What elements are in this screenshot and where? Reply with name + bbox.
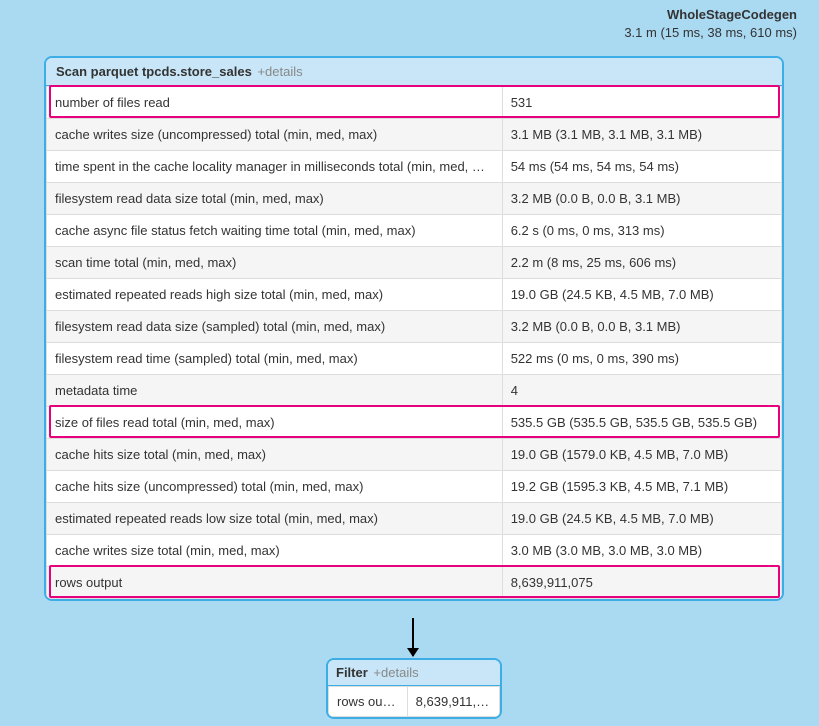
table-row: size of files read total (min, med, max)… — [47, 407, 782, 439]
table-row: filesystem read time (sampled) total (mi… — [47, 343, 782, 375]
metric-value: 19.0 GB (1579.0 KB, 4.5 MB, 7.0 MB) — [502, 439, 781, 471]
table-row: time spent in the cache locality manager… — [47, 151, 782, 183]
metric-key: metadata time — [47, 375, 503, 407]
metric-value: 6.2 s (0 ms, 0 ms, 313 ms) — [502, 215, 781, 247]
flow-arrow — [412, 618, 414, 656]
metric-key: cache writes size (uncompressed) total (… — [47, 119, 503, 151]
metric-value: 19.2 GB (1595.3 KB, 4.5 MB, 7.1 MB) — [502, 471, 781, 503]
scan-header[interactable]: Scan parquet tpcds.store_sales +details — [46, 58, 782, 86]
metric-value: 19.0 GB (24.5 KB, 4.5 MB, 7.0 MB) — [502, 503, 781, 535]
table-row: cache hits size total (min, med, max)19.… — [47, 439, 782, 471]
metric-key: cache async file status fetch waiting ti… — [47, 215, 503, 247]
metric-value: 531 — [502, 87, 781, 119]
metric-key: filesystem read data size (sampled) tota… — [47, 311, 503, 343]
metric-key: rows output — [329, 687, 408, 717]
table-row: filesystem read data size total (min, me… — [47, 183, 782, 215]
metric-value: 3.0 MB (3.0 MB, 3.0 MB, 3.0 MB) — [502, 535, 781, 567]
metric-key: estimated repeated reads high size total… — [47, 279, 503, 311]
codegen-subtitle: 3.1 m (15 ms, 38 ms, 610 ms) — [624, 24, 797, 42]
codegen-title: WholeStageCodegen — [624, 6, 797, 24]
metric-value: 8,639,911,075 — [407, 687, 499, 717]
filter-header[interactable]: Filter +details — [328, 660, 500, 686]
table-row: rows output 8,639,911,075 — [329, 687, 500, 717]
metric-key: filesystem read time (sampled) total (mi… — [47, 343, 503, 375]
table-row: metadata time4 — [47, 375, 782, 407]
filter-metrics-table: rows output 8,639,911,075 — [328, 686, 500, 717]
metric-value: 19.0 GB (24.5 KB, 4.5 MB, 7.0 MB) — [502, 279, 781, 311]
filter-title: Filter — [336, 665, 368, 680]
metric-key: rows output — [47, 567, 503, 599]
filter-node: Filter +details rows output 8,639,911,07… — [326, 658, 502, 719]
scan-metrics-table: number of files read531cache writes size… — [46, 86, 782, 599]
metric-value: 54 ms (54 ms, 54 ms, 54 ms) — [502, 151, 781, 183]
codegen-summary: WholeStageCodegen 3.1 m (15 ms, 38 ms, 6… — [624, 6, 797, 41]
metric-value: 3.2 MB (0.0 B, 0.0 B, 3.1 MB) — [502, 311, 781, 343]
scan-title: Scan parquet tpcds.store_sales — [56, 64, 252, 79]
table-row: estimated repeated reads high size total… — [47, 279, 782, 311]
metric-value: 522 ms (0 ms, 0 ms, 390 ms) — [502, 343, 781, 375]
scan-node: Scan parquet tpcds.store_sales +details … — [44, 56, 784, 601]
table-row: number of files read531 — [47, 87, 782, 119]
table-row: estimated repeated reads low size total … — [47, 503, 782, 535]
metric-key: cache hits size total (min, med, max) — [47, 439, 503, 471]
metric-key: cache writes size total (min, med, max) — [47, 535, 503, 567]
metric-key: size of files read total (min, med, max) — [47, 407, 503, 439]
table-row: rows output8,639,911,075 — [47, 567, 782, 599]
metric-key: scan time total (min, med, max) — [47, 247, 503, 279]
table-row: cache hits size (uncompressed) total (mi… — [47, 471, 782, 503]
metric-value: 4 — [502, 375, 781, 407]
filter-details-toggle[interactable]: +details — [373, 665, 418, 680]
metric-key: filesystem read data size total (min, me… — [47, 183, 503, 215]
metric-key: number of files read — [47, 87, 503, 119]
metric-key: time spent in the cache locality manager… — [47, 151, 503, 183]
table-row: filesystem read data size (sampled) tota… — [47, 311, 782, 343]
metric-value: 3.2 MB (0.0 B, 0.0 B, 3.1 MB) — [502, 183, 781, 215]
table-row: cache writes size total (min, med, max)3… — [47, 535, 782, 567]
scan-details-toggle[interactable]: +details — [257, 64, 302, 79]
metric-key: estimated repeated reads low size total … — [47, 503, 503, 535]
table-row: cache writes size (uncompressed) total (… — [47, 119, 782, 151]
metric-value: 3.1 MB (3.1 MB, 3.1 MB, 3.1 MB) — [502, 119, 781, 151]
metric-value: 8,639,911,075 — [502, 567, 781, 599]
metric-key: cache hits size (uncompressed) total (mi… — [47, 471, 503, 503]
table-row: cache async file status fetch waiting ti… — [47, 215, 782, 247]
metric-value: 535.5 GB (535.5 GB, 535.5 GB, 535.5 GB) — [502, 407, 781, 439]
table-row: scan time total (min, med, max)2.2 m (8 … — [47, 247, 782, 279]
metric-value: 2.2 m (8 ms, 25 ms, 606 ms) — [502, 247, 781, 279]
